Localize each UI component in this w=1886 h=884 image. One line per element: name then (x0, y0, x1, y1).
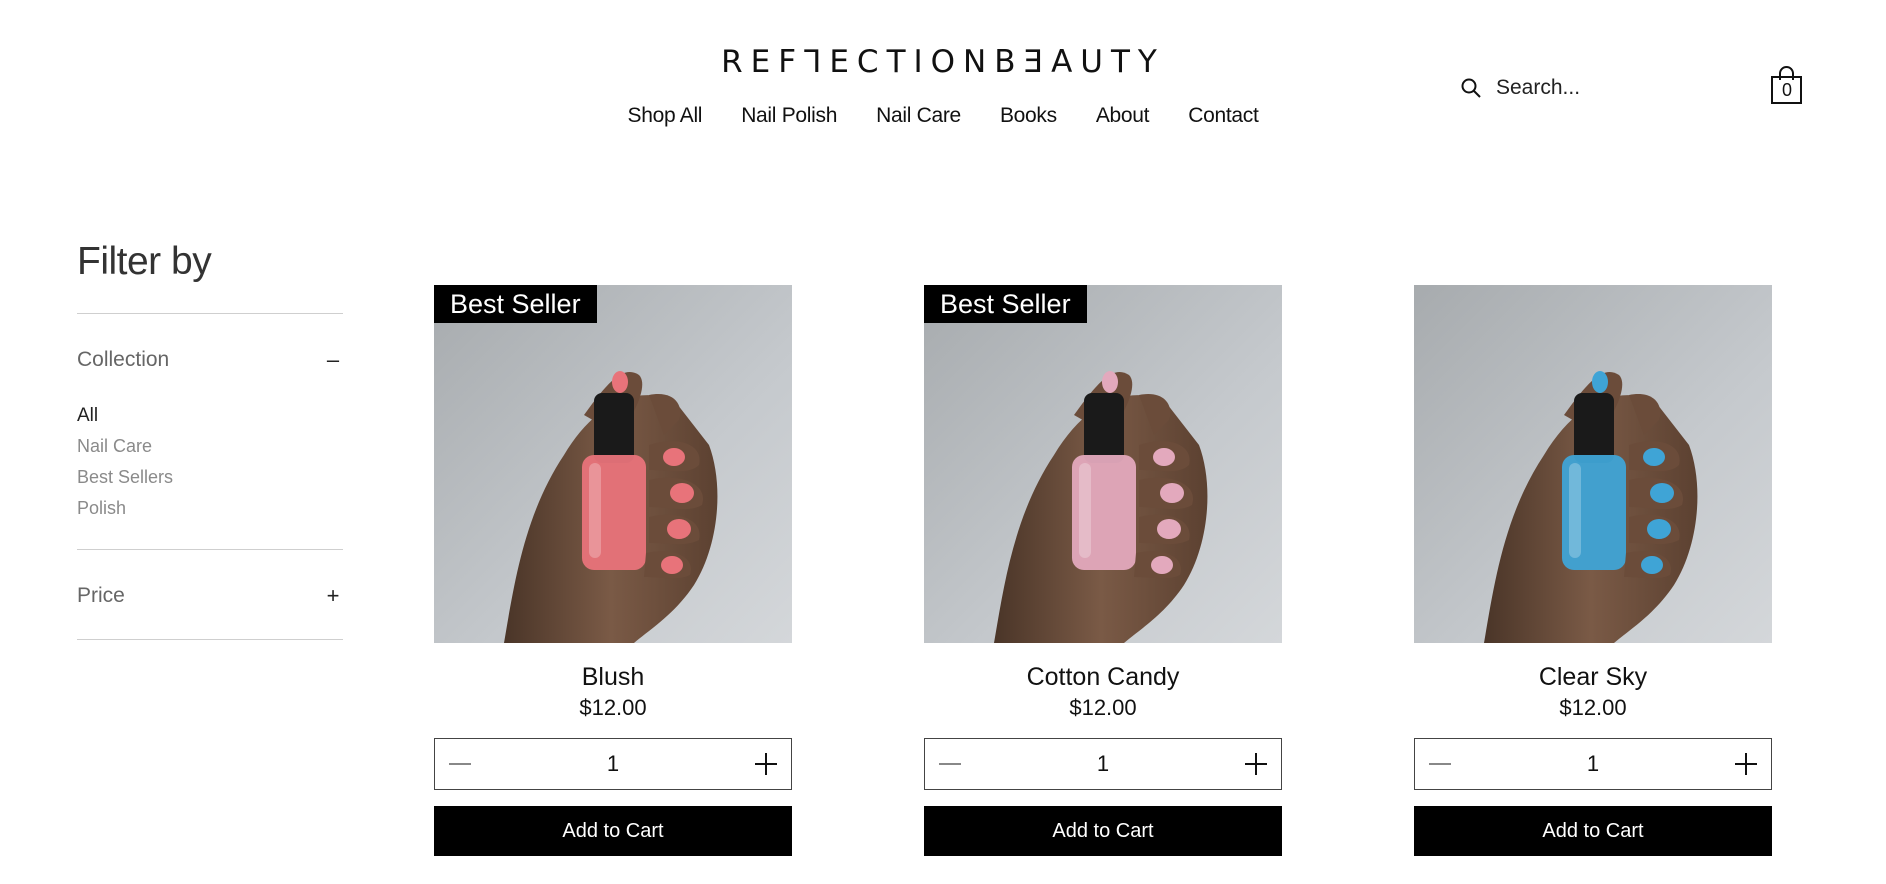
collection-option-all[interactable]: All (77, 400, 173, 431)
product-image[interactable] (1414, 285, 1772, 643)
quantity-value[interactable]: 1 (1587, 751, 1599, 777)
product-image[interactable]: Best Seller (924, 285, 1282, 643)
collection-options: All Nail Care Best Sellers Polish (77, 400, 173, 524)
brand-logo[interactable]: REFꓶECTIONBƎAUTY (0, 44, 1886, 80)
divider (77, 639, 343, 640)
cart-button[interactable]: 0 (1770, 66, 1804, 106)
nav-nail-care[interactable]: Nail Care (876, 104, 961, 128)
increase-quantity-button[interactable] (1245, 753, 1267, 775)
add-to-cart-button[interactable]: Add to Cart (1414, 806, 1772, 856)
nav-shop-all[interactable]: Shop All (628, 104, 703, 128)
nav-about[interactable]: About (1096, 104, 1150, 128)
search-icon[interactable] (1460, 77, 1482, 99)
product-price: $12.00 (1069, 695, 1137, 720)
search-box[interactable]: Search... (1460, 76, 1580, 100)
best-seller-badge: Best Seller (924, 285, 1087, 323)
collection-filter-header[interactable]: Collection – (77, 347, 343, 373)
increase-quantity-button[interactable] (1735, 753, 1757, 775)
search-input[interactable]: Search... (1496, 76, 1580, 100)
decrease-quantity-button[interactable] (1429, 763, 1451, 765)
product-card: Best Seller Cotton Candy $12.00 1 Add to… (924, 285, 1282, 856)
cart-count: 0 (1781, 80, 1792, 100)
best-seller-badge: Best Seller (434, 285, 597, 323)
divider (77, 549, 343, 550)
quantity-stepper: 1 (1414, 738, 1772, 790)
divider (77, 313, 343, 314)
filter-title: Filter by (77, 240, 212, 283)
quantity-stepper: 1 (434, 738, 792, 790)
collection-option-nail-care[interactable]: Nail Care (77, 431, 173, 462)
product-card: Clear Sky $12.00 1 Add to Cart (1414, 285, 1772, 856)
quantity-value[interactable]: 1 (1097, 751, 1109, 777)
collection-label: Collection (77, 348, 170, 371)
decrease-quantity-button[interactable] (939, 763, 961, 765)
product-price: $12.00 (1559, 695, 1627, 720)
collection-option-best-sellers[interactable]: Best Sellers (77, 462, 173, 493)
quantity-value[interactable]: 1 (607, 751, 619, 777)
collapse-icon[interactable]: – (323, 347, 343, 373)
add-to-cart-button[interactable]: Add to Cart (434, 806, 792, 856)
decrease-quantity-button[interactable] (449, 763, 471, 765)
product-name[interactable]: Cotton Candy (924, 661, 1282, 693)
nav-books[interactable]: Books (1000, 104, 1057, 128)
filter-sidebar: Filter by Collection – All Nail Care Bes… (77, 240, 343, 640)
main-nav: Shop All Nail Polish Nail Care Books Abo… (0, 104, 1886, 128)
nav-nail-polish[interactable]: Nail Polish (741, 104, 837, 128)
product-name[interactable]: Clear Sky (1414, 661, 1772, 693)
product-price: $12.00 (579, 695, 647, 720)
collection-option-polish[interactable]: Polish (77, 493, 173, 524)
product-image[interactable]: Best Seller (434, 285, 792, 643)
quantity-stepper: 1 (924, 738, 1282, 790)
add-to-cart-button[interactable]: Add to Cart (924, 806, 1282, 856)
product-card: Best Seller Blush $12.00 1 Add to Cart (434, 285, 792, 856)
price-filter-header[interactable]: Price + (77, 583, 343, 609)
price-label: Price (77, 584, 125, 607)
increase-quantity-button[interactable] (755, 753, 777, 775)
nav-contact[interactable]: Contact (1188, 104, 1259, 128)
product-name[interactable]: Blush (434, 661, 792, 693)
expand-icon[interactable]: + (323, 583, 343, 609)
